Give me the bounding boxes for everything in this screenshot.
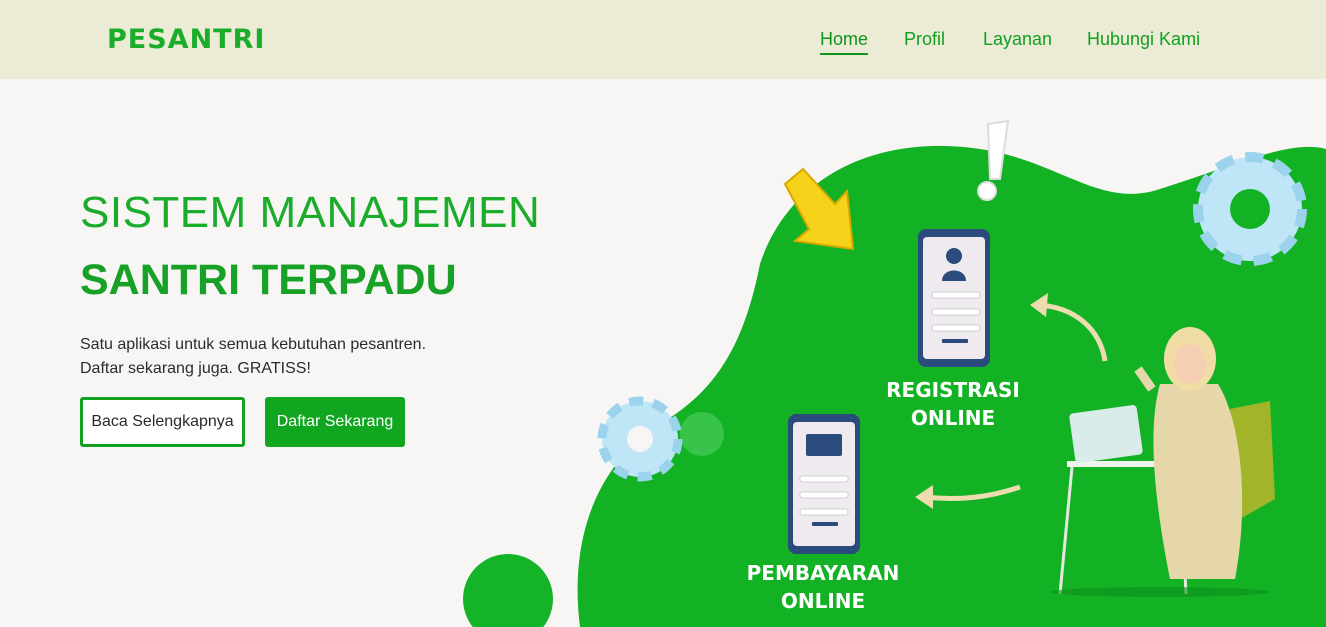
nav-home-link[interactable]: Home bbox=[820, 28, 869, 55]
gear-icon-small bbox=[597, 396, 683, 482]
card-icon bbox=[806, 434, 842, 456]
label-pembayaran-line2: ONLINE bbox=[781, 589, 865, 613]
hero-illustration: REGISTRASI ONLINE PEMBAYARAN ONLINE bbox=[463, 119, 1326, 627]
green-ball bbox=[680, 412, 724, 456]
gear-icon-large bbox=[1193, 152, 1307, 266]
label-registrasi-line1: REGISTRASI bbox=[886, 378, 1020, 402]
main-nav: Home Profil Layanan Hubungi Kami bbox=[0, 28, 1326, 58]
user-icon bbox=[946, 248, 962, 264]
label-pembayaran-line1: PEMBAYARAN bbox=[747, 561, 900, 585]
nav-layanan-link[interactable]: Layanan bbox=[983, 28, 1052, 50]
nav-profil-link[interactable]: Profil bbox=[904, 28, 945, 50]
nav-hubungi-kami-link[interactable]: Hubungi Kami bbox=[1087, 28, 1200, 50]
navbar: PESANTRI Home Profil Layanan Hubungi Kam… bbox=[0, 0, 1326, 79]
phone-pembayaran bbox=[788, 414, 860, 554]
green-small-blob bbox=[463, 554, 553, 627]
laptop-icon bbox=[1069, 405, 1143, 463]
label-registrasi-line2: ONLINE bbox=[911, 406, 995, 430]
phone-registrasi bbox=[918, 229, 990, 367]
